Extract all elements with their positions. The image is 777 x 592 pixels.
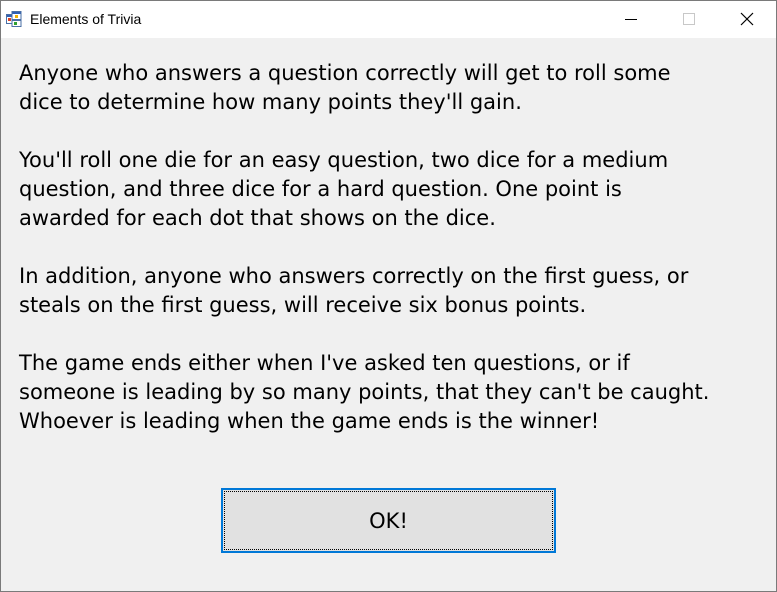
rules-paragraph-dice: You'll roll one die for an easy question…	[19, 148, 669, 230]
close-icon	[740, 12, 754, 26]
ok-button[interactable]: OK!	[221, 488, 556, 553]
dialog-content: Anyone who answers a question correctly …	[1, 38, 776, 591]
application-icon[interactable]	[6, 11, 22, 27]
window-title: Elements of Trivia	[30, 11, 142, 27]
rules-paragraph-bonus: In addition, anyone who answers correctl…	[19, 264, 689, 317]
dialog-window: Elements of Trivia Anyone who answers a …	[0, 0, 777, 592]
ok-button-label: OK!	[369, 508, 408, 533]
minimize-icon	[625, 19, 637, 20]
minimize-button[interactable]	[602, 1, 660, 38]
maximize-button[interactable]	[660, 1, 718, 38]
close-button[interactable]	[718, 1, 776, 38]
rules-paragraph-rolling: Anyone who answers a question correctly …	[19, 61, 671, 114]
title-bar[interactable]: Elements of Trivia	[1, 1, 776, 38]
rules-paragraph-ending: The game ends either when I've asked ten…	[19, 351, 710, 433]
maximize-icon	[683, 13, 695, 25]
